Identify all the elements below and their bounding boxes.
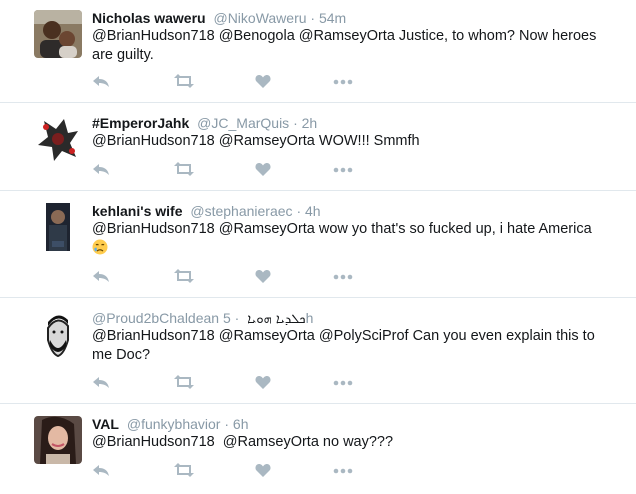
avatar[interactable] <box>34 416 82 464</box>
tweet[interactable]: Nicholas waweru @NikoWaweru · 54m @Brian… <box>0 0 636 103</box>
tweet-text-body: @BrianHudson718 @RamseyOrta wow yo that'… <box>92 221 592 237</box>
tweet[interactable]: kehlani's wife @stephanieraec · 4h @Bria… <box>0 191 636 298</box>
tweet-text: @BrianHudson718 @RamseyOrta @PolySciProf… <box>92 328 595 363</box>
tweet-header: VAL @funkybhavior · 6h <box>92 415 248 433</box>
handle[interactable]: @stephanieraec <box>190 203 292 219</box>
reply-icon[interactable] <box>92 73 110 89</box>
tweet-text: @BrianHudson718 @RamseyOrta no way??? <box>92 434 394 450</box>
separator: · <box>310 10 319 26</box>
timestamp[interactable]: 6h <box>233 416 249 432</box>
avatar[interactable] <box>34 115 82 163</box>
heart-icon[interactable] <box>255 374 271 390</box>
tweet-header: #EmperorJahk @JC_MarQuis · 2h <box>92 114 317 132</box>
tweet[interactable]: #EmperorJahk @JC_MarQuis · 2h @BrianHuds… <box>0 103 636 191</box>
display-name[interactable]: VAL <box>92 416 119 432</box>
reply-icon[interactable] <box>92 161 110 177</box>
tweet-header: Nicholas waweru @NikoWaweru · 54m <box>92 9 346 27</box>
tweet-feed: Nicholas waweru @NikoWaweru · 54m @Brian… <box>0 0 636 494</box>
sad-face-emoji-icon <box>92 239 108 255</box>
timestamp[interactable]: 54m <box>319 10 346 26</box>
retweet-icon[interactable] <box>174 374 194 390</box>
handle[interactable]: @funkybhavior <box>127 416 221 432</box>
separator: · <box>230 310 240 326</box>
more-icon[interactable] <box>333 268 353 284</box>
handle[interactable]: @JC_MarQuis <box>197 115 289 131</box>
retweet-icon[interactable] <box>174 73 194 89</box>
avatar[interactable] <box>34 203 82 251</box>
display-name[interactable]: Nicholas waweru <box>92 10 206 26</box>
retweet-icon[interactable] <box>174 268 194 284</box>
reply-icon[interactable] <box>92 268 110 284</box>
reply-icon[interactable] <box>92 374 110 390</box>
avatar[interactable] <box>34 310 82 358</box>
retweet-icon[interactable] <box>174 462 194 478</box>
heart-icon[interactable] <box>255 73 271 89</box>
avatar[interactable] <box>34 10 82 58</box>
separator: · <box>224 416 233 432</box>
tweet-text: @BrianHudson718 @Benogola @RamseyOrta Ju… <box>92 28 597 63</box>
separator: · <box>293 115 302 131</box>
tweet-header: kehlani's wife @stephanieraec · 4h <box>92 202 321 220</box>
handle[interactable]: @Proud2bChaldean <box>92 310 219 326</box>
display-name[interactable]: ܟܠܕܝܐ ܗܘܝܐ <box>247 312 305 327</box>
more-icon[interactable] <box>333 374 353 390</box>
timestamp[interactable]: 4h <box>305 203 321 219</box>
tweet[interactable]: @Proud2bChaldean ܟܠܕܝܐ ܗܘܝܐ · 5h @BrianH… <box>0 298 636 404</box>
more-icon[interactable] <box>333 73 353 89</box>
tweet[interactable]: VAL @funkybhavior · 6h @BrianHudson718 @… <box>0 404 636 494</box>
tweet-text: @BrianHudson718 @RamseyOrta WOW!!! Smmfh <box>92 133 420 149</box>
reply-icon[interactable] <box>92 462 110 478</box>
handle[interactable]: @NikoWaweru <box>213 10 306 26</box>
timestamp[interactable]: 2h <box>302 115 318 131</box>
retweet-icon[interactable] <box>174 161 194 177</box>
heart-icon[interactable] <box>255 161 271 177</box>
more-icon[interactable] <box>333 462 353 478</box>
display-name[interactable]: #EmperorJahk <box>92 115 189 131</box>
display-name[interactable]: kehlani's wife <box>92 203 182 219</box>
heart-icon[interactable] <box>255 268 271 284</box>
tweet-header: @Proud2bChaldean ܟܠܕܝܐ ܗܘܝܐ · 5h <box>92 309 313 329</box>
tweet-text: @BrianHudson718 @RamseyOrta wow yo that'… <box>92 220 612 259</box>
more-icon[interactable] <box>333 161 353 177</box>
heart-icon[interactable] <box>255 462 271 478</box>
separator: · <box>296 203 305 219</box>
